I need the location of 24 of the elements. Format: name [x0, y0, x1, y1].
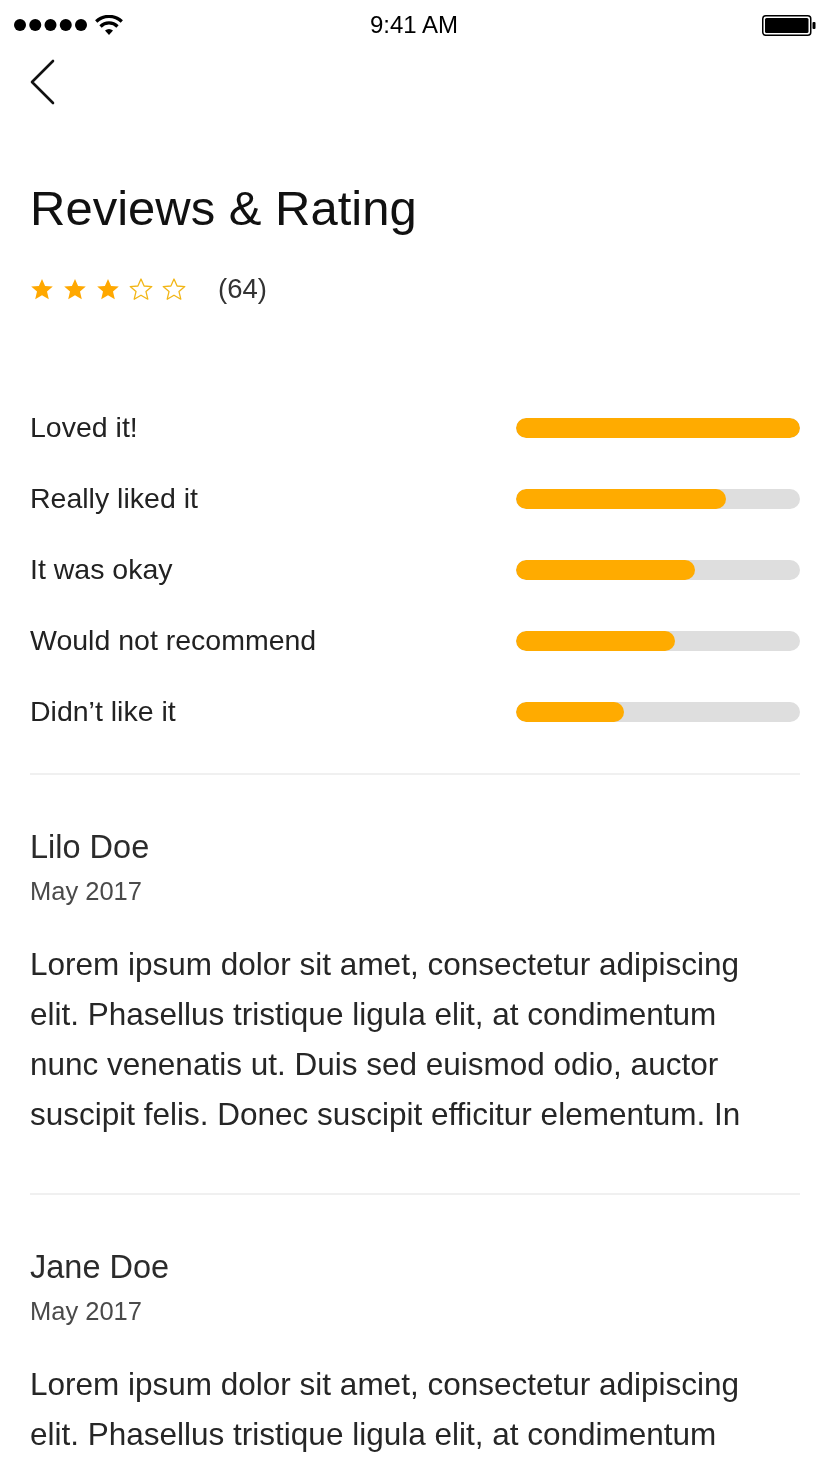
reviewer-name: Jane Doe — [30, 1248, 171, 1287]
review-text: Lorem ipsum dolor sit amet, consectetur adipiscing elit. Phasellus tristique ligula elit, at condimentum — [30, 1365, 741, 1454]
star-outline-icon — [129, 277, 153, 301]
page-title: Reviews & Rating — [30, 180, 418, 237]
chevron-left-icon — [28, 58, 56, 106]
star-outline-icon — [162, 277, 186, 301]
review-text: Lorem ipsum dolor sit amet, consectetur adipiscing elit. Phasellus tristique ligula elit, at condimentum nunc venenatis ut. Duis sed euismod odio, auctor suscipit felis. Donec suscipit efficitur elementum. In — [30, 945, 742, 1134]
reviewer-name: Lilo Doe — [30, 828, 151, 867]
rating-label: Really liked it — [30, 482, 198, 515]
rating-label: Would not recommend — [30, 624, 317, 657]
review-date: May 2017 — [30, 876, 143, 906]
star-icon — [30, 277, 54, 301]
wifi-icon — [95, 15, 123, 35]
signal-icon — [14, 19, 87, 31]
star-icon — [63, 277, 87, 301]
star-icon — [96, 277, 120, 301]
battery-icon — [762, 14, 816, 36]
back-button[interactable] — [28, 58, 56, 106]
rating-label: Loved it! — [30, 411, 138, 444]
rating-label: It was okay — [30, 553, 173, 586]
rating-label: Didn’t like it — [30, 695, 176, 728]
status-time: 9:41 AM — [369, 11, 459, 39]
review-count: (64) — [218, 273, 267, 305]
review-date: May 2017 — [30, 1296, 143, 1326]
